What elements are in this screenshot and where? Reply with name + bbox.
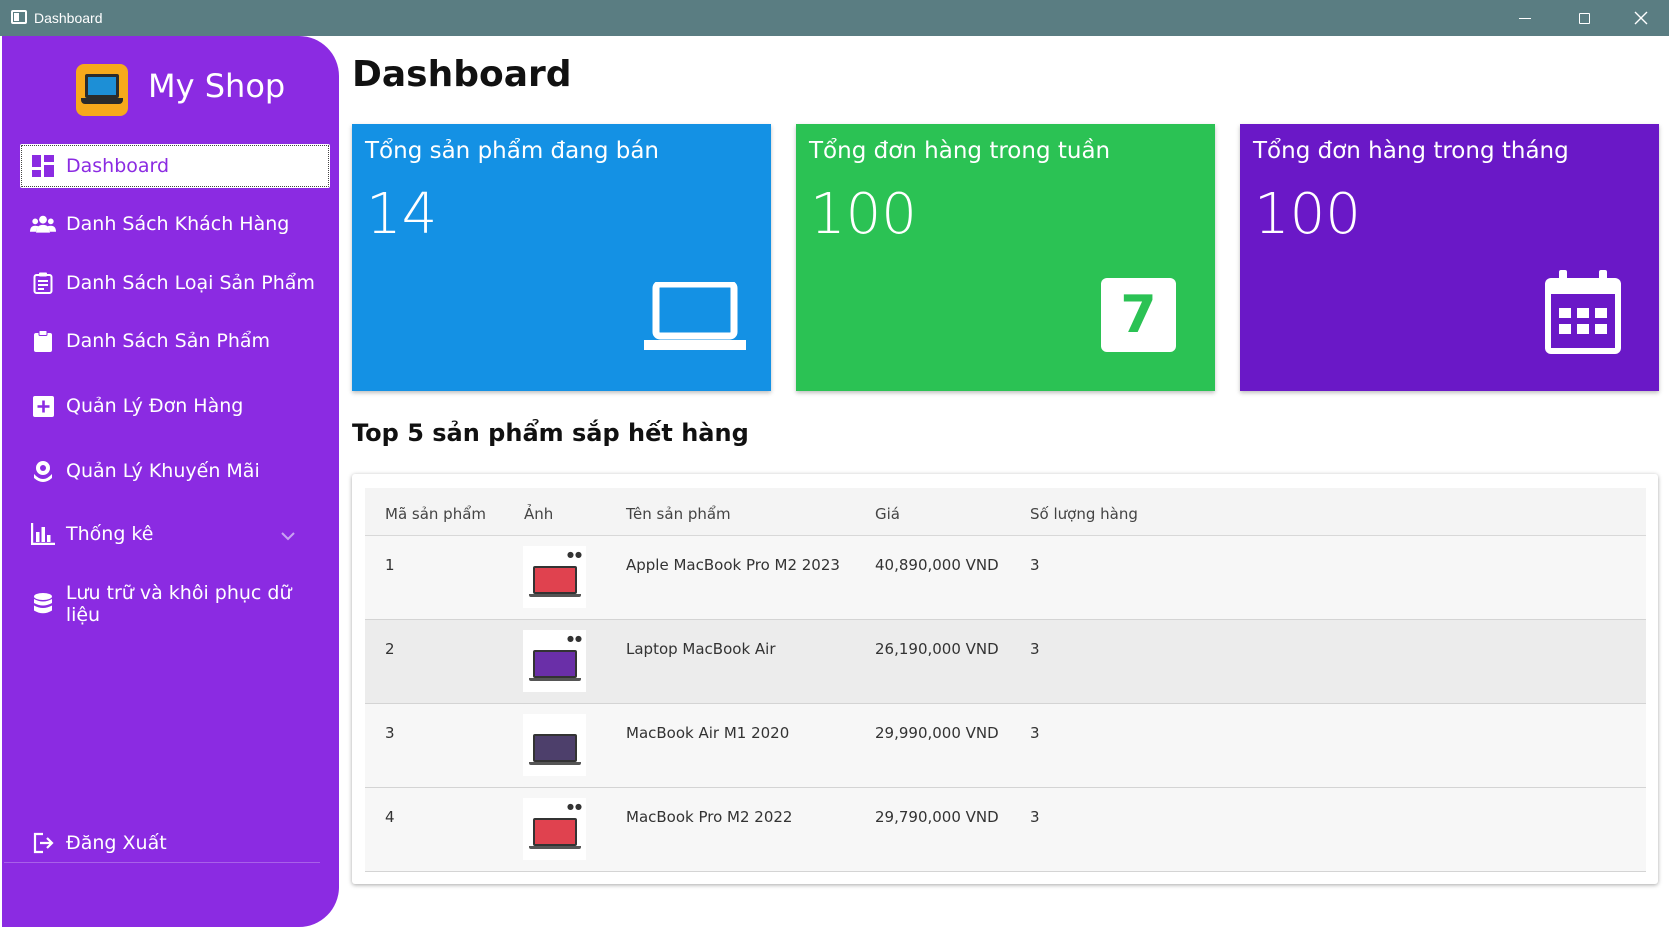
clipboard-icon [30, 328, 56, 354]
column-header[interactable]: Ảnh [524, 505, 553, 523]
section-title: Top 5 sản phẩm sắp hết hàng [352, 419, 749, 447]
cell-qty: 3 [1030, 556, 1040, 574]
cell-price: 29,990,000 VND [875, 724, 999, 742]
stat-card-value: 100 [1254, 182, 1361, 247]
page-title: Dashboard [352, 54, 572, 95]
stat-card-label: Tổng đơn hàng trong tuần [809, 138, 1111, 164]
sidebar-item-products[interactable]: Danh Sách Sản Phẩm [20, 319, 330, 363]
stat-card-value: 100 [810, 182, 917, 247]
laptop-icon [644, 280, 746, 354]
product-image: ●● [523, 798, 586, 860]
chevron-down-icon[interactable] [280, 524, 296, 546]
product-image: ●● [523, 546, 586, 608]
bar-chart-icon [30, 521, 56, 547]
cell-name: Apple MacBook Pro M2 2023 [626, 556, 840, 574]
week-7-icon: 7 [1101, 278, 1176, 352]
sidebar-item-label: Lưu trữ và khôi phục dữ liệu [65, 582, 292, 626]
sidebar-item-statistics[interactable]: Thống kê [20, 512, 330, 556]
cell-name: MacBook Air M1 2020 [626, 724, 790, 742]
cell-price: 29,790,000 VND [875, 808, 999, 826]
cell-id: 4 [385, 808, 395, 826]
cell-qty: 3 [1030, 724, 1040, 742]
stat-card-weekly-orders: Tổng đơn hàng trong tuần 100 7 [796, 124, 1215, 391]
title-bar: Dashboard [0, 0, 1669, 36]
cell-id: 3 [385, 724, 395, 742]
logout-button[interactable]: Đăng Xuất [20, 821, 330, 865]
table-header: Mã sản phẩm Ảnh Tên sản phẩm Giá Số lượn… [365, 488, 1646, 536]
column-header[interactable]: Giá [875, 505, 900, 523]
minimize-button[interactable] [1497, 0, 1553, 36]
stat-card-value: 14 [366, 182, 438, 247]
cell-id: 2 [385, 640, 395, 658]
cell-price: 40,890,000 VND [875, 556, 999, 574]
sidebar-item-label: Danh Sách Sản Phẩm [66, 330, 271, 352]
sidebar-item-label: Danh Sách Khách Hàng [66, 213, 290, 235]
table-row[interactable]: 1 ●● Apple MacBook Pro M2 2023 40,890,00… [365, 536, 1646, 620]
stat-card-label: Tổng sản phẩm đang bán [365, 138, 660, 164]
clipboard-list-icon [30, 270, 56, 296]
sidebar-item-label: Danh Sách Loại Sản Phẩm [66, 272, 315, 294]
window-app-icon [11, 10, 27, 24]
promotion-icon [30, 458, 56, 484]
maximize-icon [1578, 12, 1590, 24]
dashboard-icon [30, 153, 56, 179]
brand-name: My Shop [148, 67, 286, 105]
cell-qty: 3 [1030, 640, 1040, 658]
stat-card-monthly-orders: Tổng đơn hàng trong tháng 100 [1240, 124, 1659, 391]
cell-price: 26,190,000 VND [875, 640, 999, 658]
sidebar-item-promotions[interactable]: Quản Lý Khuyến Mãi [20, 449, 330, 493]
sidebar-item-customers[interactable]: Danh Sách Khách Hàng [20, 202, 330, 246]
sidebar-item-categories[interactable]: Danh Sách Loại Sản Phẩm [20, 261, 330, 305]
sidebar-item-label: Dashboard [66, 155, 170, 177]
low-stock-table: Mã sản phẩm Ảnh Tên sản phẩm Giá Số lượn… [352, 474, 1658, 884]
database-icon [30, 591, 56, 617]
sidebar-item-orders[interactable]: Quản Lý Đơn Hàng [20, 384, 330, 428]
cell-id: 1 [385, 556, 395, 574]
logout-label: Đăng Xuất [66, 832, 167, 854]
sidebar: My Shop Dashboard Danh Sách Khách Hàng D… [2, 36, 339, 927]
sidebar-item-label: Quản Lý Khuyến Mãi [66, 460, 260, 482]
close-button[interactable] [1613, 0, 1669, 36]
shop-logo-icon [76, 64, 128, 116]
stat-card-label: Tổng đơn hàng trong tháng [1253, 138, 1569, 164]
table-row[interactable]: 2 ●● Laptop MacBook Air 26,190,000 VND 3 [365, 620, 1646, 704]
calendar-icon [1545, 270, 1621, 358]
window-title: Dashboard [34, 10, 103, 26]
product-image [523, 714, 586, 776]
sidebar-item-label: Quản Lý Đơn Hàng [66, 395, 244, 417]
cell-name: MacBook Pro M2 2022 [626, 808, 793, 826]
maximize-button[interactable] [1556, 0, 1612, 36]
cell-qty: 3 [1030, 808, 1040, 826]
column-header[interactable]: Tên sản phẩm [626, 505, 731, 523]
close-icon [1634, 11, 1648, 25]
sidebar-item-backup[interactable]: Lưu trữ và khôi phục dữ liệu [20, 582, 330, 626]
column-header[interactable]: Số lượng hàng [1030, 505, 1138, 523]
sidebar-item-label: Thống kê [66, 523, 154, 545]
column-header[interactable]: Mã sản phẩm [385, 505, 486, 523]
stat-card-products: Tổng sản phẩm đang bán 14 [352, 124, 771, 391]
people-icon [30, 211, 56, 237]
sidebar-item-dashboard[interactable]: Dashboard [20, 144, 330, 188]
table-row[interactable]: 4 ●● MacBook Pro M2 2022 29,790,000 VND … [365, 788, 1646, 872]
plus-square-icon [30, 393, 56, 419]
logout-icon [30, 830, 56, 856]
product-image: ●● [523, 630, 586, 692]
minimize-icon [1519, 17, 1531, 19]
cell-name: Laptop MacBook Air [626, 640, 776, 658]
brand: My Shop [2, 36, 339, 146]
week-7-icon-text: 7 [1120, 285, 1157, 345]
table-row[interactable]: 3 MacBook Air M1 2020 29,990,000 VND 3 [365, 704, 1646, 788]
